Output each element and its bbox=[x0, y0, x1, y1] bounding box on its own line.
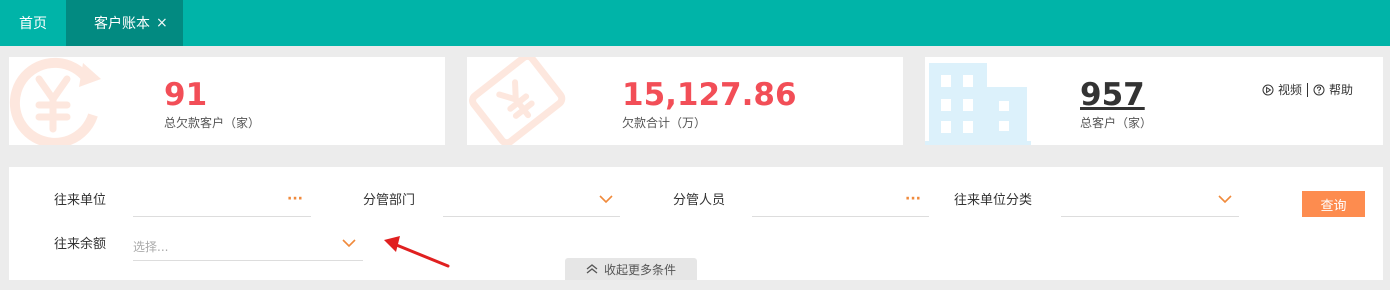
yen-tag-icon bbox=[469, 57, 566, 145]
chevron-down-icon[interactable] bbox=[341, 238, 357, 248]
search-button[interactable]: 查询 bbox=[1302, 191, 1365, 217]
counterparty-field[interactable]: ··· bbox=[133, 185, 311, 217]
tab-home-label: 首页 bbox=[19, 16, 47, 32]
category-label: 往来单位分类 bbox=[954, 193, 1033, 208]
help-link[interactable]: 帮助 bbox=[1313, 81, 1353, 98]
balance-label: 往来余额 bbox=[54, 237, 107, 252]
collapse-label: 收起更多条件 bbox=[603, 262, 676, 277]
staff-label: 分管人员 bbox=[673, 193, 726, 208]
more-dots-icon[interactable]: ··· bbox=[905, 191, 921, 207]
counterparty-label: 往来单位 bbox=[54, 193, 107, 208]
help-links: 视频 帮助 bbox=[1262, 81, 1353, 98]
building-icon bbox=[925, 63, 1031, 145]
stat-card-debt-total: 15,127.86 欠款合计（万） bbox=[467, 57, 903, 145]
stat-label-total-customers: 总客户（家） bbox=[1080, 116, 1153, 130]
tab-home[interactable]: 首页 bbox=[0, 0, 66, 46]
video-link-label: 视频 bbox=[1277, 83, 1302, 97]
stat-card-total-customers: 957 总客户（家） 视频 帮助 bbox=[925, 57, 1383, 145]
chevron-down-icon[interactable] bbox=[598, 194, 614, 204]
question-circle-icon bbox=[1313, 84, 1325, 95]
stat-label-debt-total: 欠款合计（万） bbox=[622, 116, 707, 130]
staff-field[interactable]: ··· bbox=[752, 185, 929, 217]
balance-select[interactable]: 选择... bbox=[133, 229, 363, 261]
department-label: 分管部门 bbox=[363, 193, 416, 208]
stat-value-total-customers[interactable]: 957 bbox=[1080, 80, 1145, 111]
stat-card-debt-customers: 91 总欠款客户（家） bbox=[9, 57, 445, 145]
collapse-more-conditions[interactable]: 收起更多条件 bbox=[565, 258, 697, 280]
yen-refresh-icon bbox=[9, 57, 101, 145]
tab-customer-ledger-label: 客户账本 bbox=[94, 16, 150, 32]
video-link[interactable]: 视频 bbox=[1262, 81, 1302, 98]
help-link-label: 帮助 bbox=[1328, 83, 1353, 97]
double-chevron-up-icon bbox=[586, 264, 598, 274]
balance-placeholder: 选择... bbox=[133, 240, 169, 254]
tab-customer-ledger[interactable]: 客户账本 × bbox=[66, 0, 183, 46]
stat-value-debt-total: 15,127.86 bbox=[622, 77, 797, 113]
department-select[interactable] bbox=[443, 185, 620, 217]
chevron-down-icon[interactable] bbox=[1217, 194, 1233, 204]
category-select[interactable] bbox=[1061, 185, 1239, 217]
top-tab-bar: 首页 客户账本 × bbox=[0, 0, 1390, 46]
stat-label-debt-customers: 总欠款客户（家） bbox=[164, 116, 261, 130]
link-divider bbox=[1306, 82, 1308, 97]
annotation-arrow-icon bbox=[384, 236, 450, 268]
play-circle-icon bbox=[1262, 84, 1274, 95]
stat-value-debt-customers: 91 bbox=[164, 77, 208, 113]
close-icon[interactable]: × bbox=[156, 16, 168, 30]
more-dots-icon[interactable]: ··· bbox=[287, 191, 303, 207]
